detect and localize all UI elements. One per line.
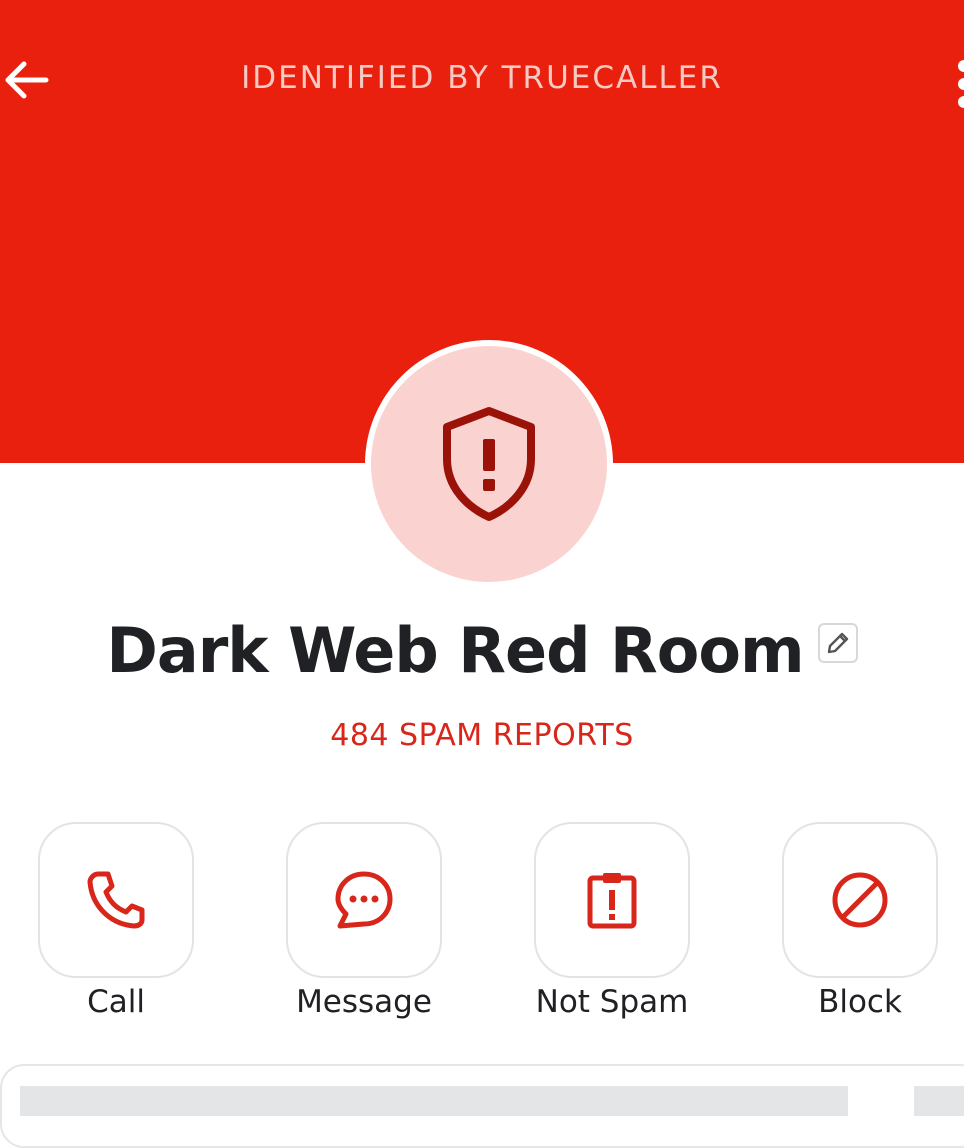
more-vertical-icon — [958, 60, 964, 72]
not-spam-button[interactable] — [534, 822, 690, 978]
avatar-circle — [371, 346, 607, 582]
pencil-icon — [827, 632, 848, 654]
loading-placeholder — [20, 1086, 848, 1116]
message-button[interactable] — [286, 822, 442, 978]
not-spam-action[interactable]: Not Spam — [534, 822, 690, 1020]
block-label: Block — [818, 984, 902, 1020]
chat-bubble-icon — [335, 871, 393, 929]
call-label: Call — [87, 984, 145, 1020]
phone-icon — [87, 871, 145, 929]
loading-placeholder — [914, 1086, 964, 1116]
header-title: IDENTIFIED BY TRUECALLER — [241, 60, 723, 96]
block-action[interactable]: Block — [782, 822, 938, 1020]
message-label: Message — [296, 984, 432, 1020]
spam-reports-count: 484 SPAM REPORTS — [330, 718, 634, 753]
block-icon — [832, 872, 888, 928]
clipboard-alert-icon — [587, 873, 637, 929]
call-button[interactable] — [38, 822, 194, 978]
message-action[interactable]: Message — [286, 822, 442, 1020]
call-action[interactable]: Call — [38, 822, 194, 1020]
avatar — [365, 340, 613, 588]
more-options-button[interactable] — [950, 56, 964, 108]
contact-name-row: Dark Web Red Room — [0, 610, 964, 690]
shield-alert-icon — [443, 407, 535, 521]
block-button[interactable] — [782, 822, 938, 978]
not-spam-label: Not Spam — [535, 984, 689, 1020]
contact-name: Dark Web Red Room — [106, 613, 804, 687]
edit-name-button[interactable] — [817, 623, 858, 663]
